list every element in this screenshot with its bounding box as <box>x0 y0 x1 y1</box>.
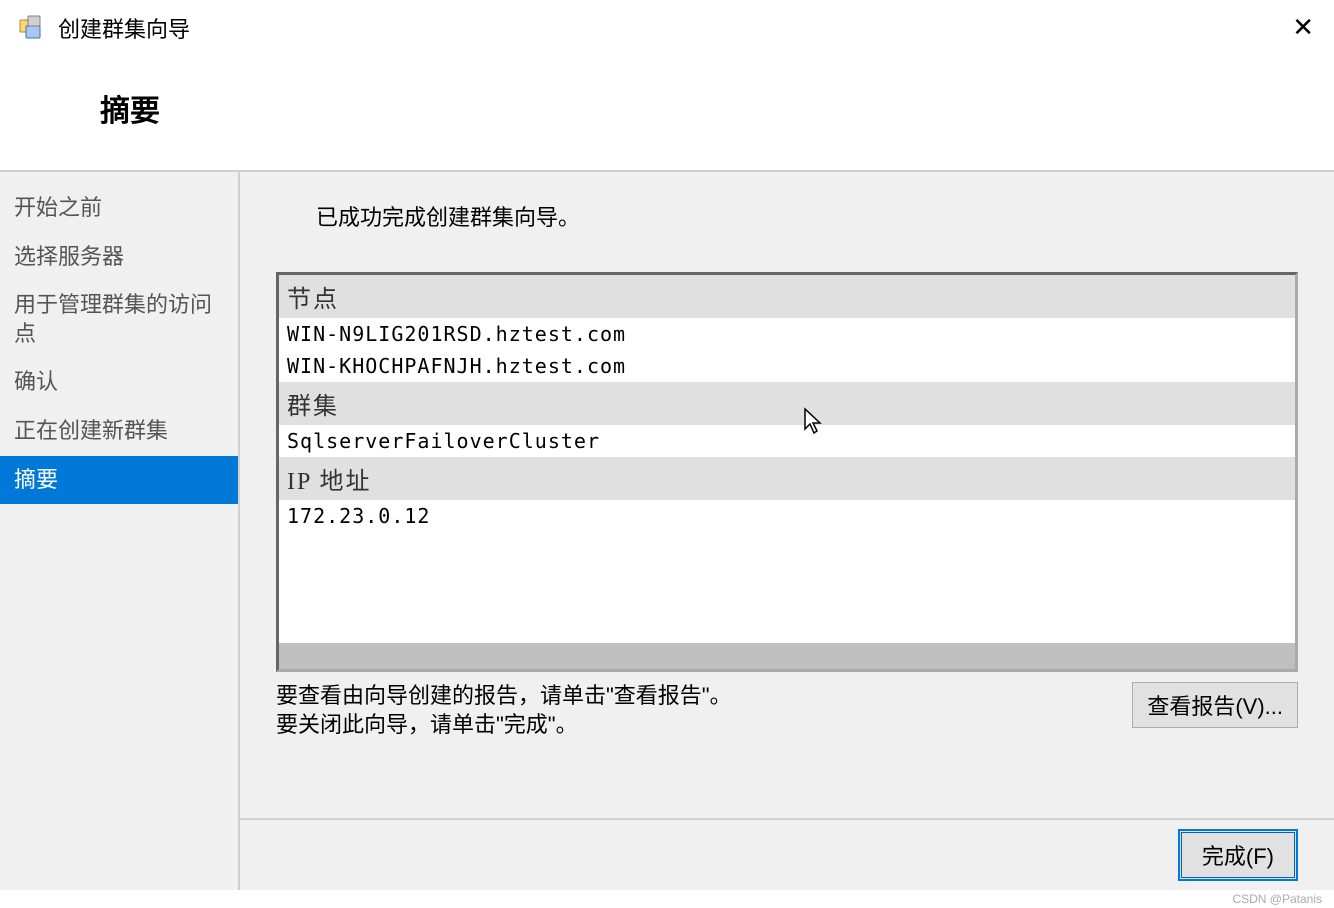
section-header-nodes: 节点 <box>279 275 1295 318</box>
sidebar-item-creating[interactable]: 正在创建新群集 <box>0 407 238 456</box>
hint-line-2: 要关闭此向导，请单击"完成"。 <box>276 712 578 737</box>
close-button[interactable]: ✕ <box>1292 14 1314 40</box>
sidebar-item-summary[interactable]: 摘要 <box>0 456 238 505</box>
success-message: 已成功完成创建群集向导。 <box>316 200 1298 232</box>
sidebar-item-before-begin[interactable]: 开始之前 <box>0 184 238 233</box>
section-header-ip: IP 地址 <box>279 457 1295 500</box>
sidebar-item-confirm[interactable]: 确认 <box>0 358 238 407</box>
hint-line-1: 要查看由向导创建的报告，请单击"查看报告"。 <box>276 683 732 708</box>
sidebar-item-access-point[interactable]: 用于管理群集的访问点 <box>0 281 238 358</box>
report-box: 节点 WIN-N9LIG201RSD.hztest.com WIN-KHOCHP… <box>276 272 1298 672</box>
main-panel: 已成功完成创建群集向导。 节点 WIN-N9LIG201RSD.hztest.c… <box>238 172 1334 890</box>
node-value: WIN-N9LIG201RSD.hztest.com <box>279 318 1295 350</box>
watermark: CSDN @Patanis <box>1232 892 1322 906</box>
wizard-icon <box>16 12 48 44</box>
finish-button[interactable]: 完成(F) <box>1178 829 1298 881</box>
titlebar: 创建群集向导 <box>0 0 1334 56</box>
node-value: WIN-KHOCHPAFNJH.hztest.com <box>279 350 1295 382</box>
content-area: 开始之前 选择服务器 用于管理群集的访问点 确认 正在创建新群集 摘要 已成功完… <box>0 170 1334 890</box>
bottom-bar: 完成(F) <box>240 818 1334 890</box>
hint-text: 要查看由向导创建的报告，请单击"查看报告"。 要关闭此向导，请单击"完成"。 <box>276 682 1112 739</box>
page-title: 摘要 <box>0 56 1334 170</box>
window-title: 创建群集向导 <box>58 12 190 44</box>
report-scrollbar-track <box>279 643 1295 669</box>
section-header-cluster: 群集 <box>279 382 1295 425</box>
view-report-button[interactable]: 查看报告(V)... <box>1132 682 1298 728</box>
cluster-value: SqlserverFailoverCluster <box>279 425 1295 457</box>
report-scroll[interactable]: 节点 WIN-N9LIG201RSD.hztest.com WIN-KHOCHP… <box>279 275 1295 669</box>
hint-row: 要查看由向导创建的报告，请单击"查看报告"。 要关闭此向导，请单击"完成"。 查… <box>276 682 1298 739</box>
sidebar-item-select-server[interactable]: 选择服务器 <box>0 233 238 282</box>
sidebar: 开始之前 选择服务器 用于管理群集的访问点 确认 正在创建新群集 摘要 <box>0 172 238 890</box>
ip-value: 172.23.0.12 <box>279 500 1295 532</box>
